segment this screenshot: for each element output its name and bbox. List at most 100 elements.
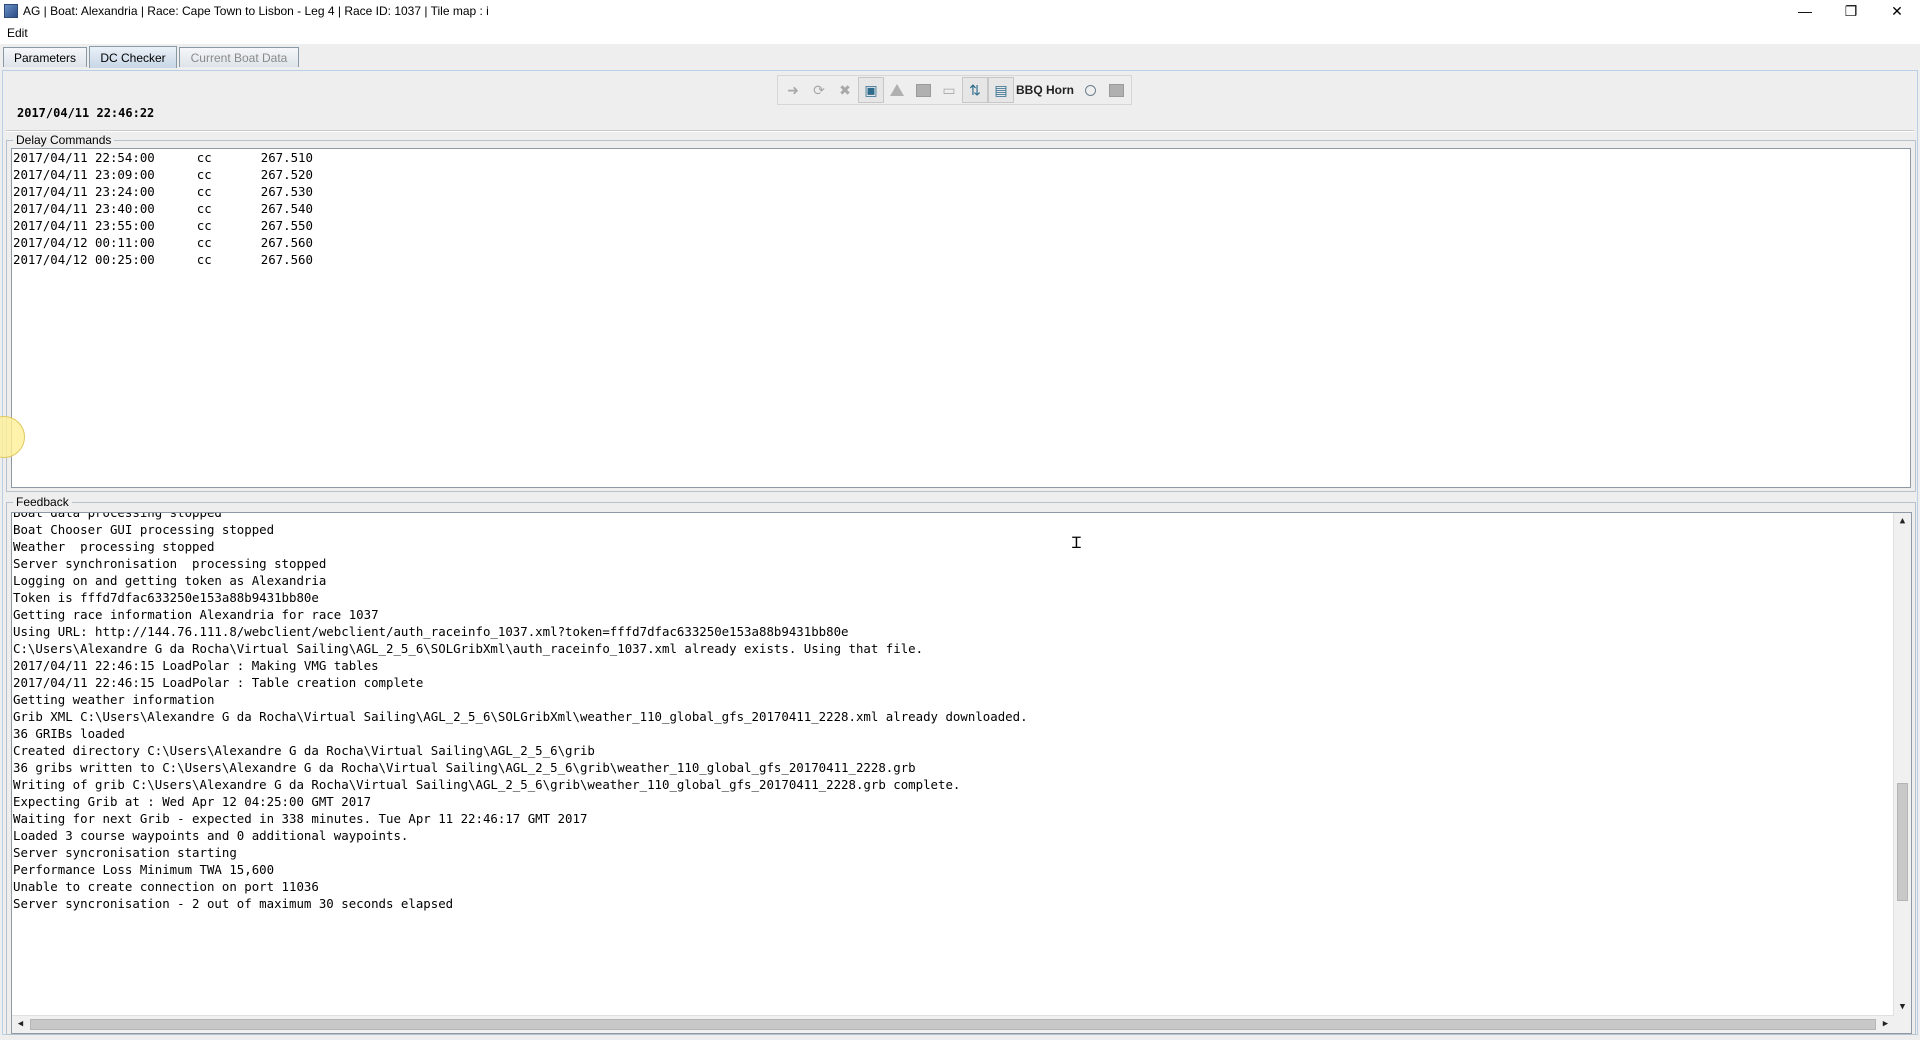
- feedback-line: 36 gribs written to C:\Users\Alexandre G…: [13, 760, 916, 775]
- feedback-line: Performance Loss Minimum TWA 15,600: [13, 862, 275, 877]
- feedback-line: 2017/04/11 22:46:15 LoadPolar : Making V…: [13, 658, 379, 673]
- scroll-up-icon[interactable]: ▲: [1894, 513, 1911, 530]
- delay-command-type: cc: [196, 252, 212, 267]
- bbq-horn-label: BBQ Horn: [1016, 83, 1074, 97]
- window-title: AG | Boat: Alexandria | Race: Cape Town …: [23, 4, 489, 18]
- delay-command-value: 267.550: [260, 218, 313, 233]
- delay-command-time: 2017/04/12 00:25:00: [13, 252, 155, 267]
- delay-command-row: 2017/04/12 00:11:00 cc 267.560: [12, 234, 1910, 251]
- feedback-line: Boat data processing stopped: [13, 512, 222, 520]
- delay-commands-title: Delay Commands: [13, 133, 115, 147]
- delay-command-row: 2017/04/11 23:24:00 cc 267.530: [12, 183, 1910, 200]
- feedback-line: Writing of grib C:\Users\Alexandre G da …: [13, 777, 961, 792]
- panel-content: ➜ ⟳ ✖ ▣ ▭ ⇅ ▤ BBQ Horn 2017/04/11 22:46:…: [0, 70, 1918, 1035]
- feedback-line: Grib XML C:\Users\Alexandre G da Rocha\V…: [13, 709, 1028, 724]
- feedback-line: Expecting Grib at : Wed Apr 12 04:25:00 …: [13, 794, 372, 809]
- delay-command-type: cc: [196, 167, 212, 182]
- scroll-down-icon[interactable]: ▼: [1894, 999, 1911, 1016]
- delay-commands-list: 2017/04/11 22:54:00 cc 267.510 2017/04/11 2…: [12, 149, 1910, 268]
- delay-command-time: 2017/04/12 00:11:00: [13, 235, 155, 250]
- feedback-horizontal-scrollbar[interactable]: ◀ ▶: [12, 1015, 1894, 1033]
- scroll-thumb-horizontal[interactable]: [30, 1019, 1876, 1030]
- tab-parameters[interactable]: Parameters: [3, 47, 87, 67]
- delay-command-time: 2017/04/11 23:55:00: [13, 218, 155, 233]
- delay-commands-textarea[interactable]: 2017/04/11 22:54:00 cc 267.510 2017/04/11 2…: [11, 148, 1911, 488]
- delay-command-value: 267.520: [260, 167, 313, 182]
- feedback-vertical-scrollbar[interactable]: ▲ ▼: [1893, 513, 1911, 1016]
- timestamp: 2017/04/11 22:46:22: [17, 106, 155, 120]
- feedback-line: Server syncronisation starting: [13, 845, 237, 860]
- delete-icon[interactable]: ✖: [832, 77, 858, 103]
- delay-command-type: cc: [196, 218, 212, 233]
- scroll-thumb[interactable]: [1897, 783, 1908, 901]
- feedback-line: 36 GRIBs loaded: [13, 726, 125, 741]
- delay-command-value: 267.560: [260, 252, 313, 267]
- feedback-line: Created directory C:\Users\Alexandre G d…: [13, 743, 595, 758]
- delay-command-time: 2017/04/11 22:54:00: [13, 150, 155, 165]
- dc-checker-panel: ➜ ⟳ ✖ ▣ ▭ ⇅ ▤ BBQ Horn 2017/04/11 22:46:…: [0, 68, 1920, 1040]
- save-icon[interactable]: ▣: [858, 77, 884, 103]
- feedback-line: Loaded 3 course waypoints and 0 addition…: [13, 828, 409, 843]
- feedback-line: Getting race information Alexandria for …: [13, 607, 379, 622]
- delay-command-type: cc: [196, 184, 212, 199]
- feedback-line: Waiting for next Grib - expected in 338 …: [13, 811, 588, 826]
- delay-command-time: 2017/04/11 23:40:00: [13, 201, 155, 216]
- feedback-line: Using URL: http://144.76.111.8/webclient…: [13, 624, 849, 639]
- feedback-title: Feedback: [13, 495, 72, 509]
- delay-command-type: cc: [196, 150, 212, 165]
- delay-command-value: 267.540: [260, 201, 313, 216]
- delay-command-row: 2017/04/11 23:40:00 cc 267.540: [12, 200, 1910, 217]
- refresh-icon[interactable]: ⟳: [806, 77, 832, 103]
- delay-command-value: 267.560: [260, 235, 313, 250]
- delay-command-row: 2017/04/12 00:25:00 cc 267.560: [12, 251, 1910, 268]
- map-icon[interactable]: ▭: [936, 77, 962, 103]
- close-button[interactable]: ✕: [1874, 0, 1920, 22]
- feedback-line: Getting weather information: [13, 692, 215, 707]
- scroll-right-icon[interactable]: ▶: [1877, 1016, 1894, 1033]
- title-bar: AG | Boat: Alexandria | Race: Cape Town …: [0, 0, 1920, 22]
- delay-command-time: 2017/04/11 23:09:00: [13, 167, 155, 182]
- app-icon: [4, 4, 18, 18]
- delay-command-row: 2017/04/11 22:54:00 cc 267.510: [12, 149, 1910, 166]
- tab-bar: Parameters DC Checker Current Boat Data: [0, 44, 1920, 69]
- feedback-line: C:\Users\Alexandre G da Rocha\Virtual Sa…: [13, 641, 924, 656]
- delay-command-type: cc: [196, 235, 212, 250]
- menu-edit[interactable]: Edit: [0, 26, 35, 40]
- grid-icon[interactable]: [910, 77, 936, 103]
- feedback-line: Server synchronisation processing stoppe…: [13, 556, 327, 571]
- delay-command-row: 2017/04/11 23:09:00 cc 267.520: [12, 166, 1910, 183]
- feedback-line: Token is fffd7dfac633250e153a88b9431bb80…: [13, 590, 319, 605]
- feedback-panel: Feedback Boat data processing stopped Boa…: [6, 495, 1916, 1035]
- feedback-line: Unable to create connection on port 1103…: [13, 879, 319, 894]
- delay-command-type: cc: [196, 201, 212, 216]
- arrow-right-icon[interactable]: ➜: [780, 77, 806, 103]
- feedback-textarea[interactable]: Boat data processing stopped Boat Chooser…: [11, 512, 1912, 1034]
- toolbar: ➜ ⟳ ✖ ▣ ▭ ⇅ ▤ BBQ Horn: [777, 75, 1132, 105]
- feedback-line: Logging on and getting token as Alexandr…: [13, 573, 327, 588]
- window-controls: — ❐ ✕: [1782, 0, 1920, 22]
- menu-bar: Edit: [0, 22, 1920, 44]
- radio-icon[interactable]: [1077, 77, 1103, 103]
- delay-command-row: 2017/04/11 23:55:00 cc 267.550: [12, 217, 1910, 234]
- scroll-left-icon[interactable]: ◀: [12, 1016, 29, 1033]
- delay-command-value: 267.530: [260, 184, 313, 199]
- warning-icon[interactable]: [884, 77, 910, 103]
- scroll-corner: [1894, 1016, 1911, 1033]
- tab-dc-checker[interactable]: DC Checker: [89, 46, 177, 68]
- document-icon[interactable]: ▤: [988, 77, 1014, 103]
- tab-current-boat-data[interactable]: Current Boat Data: [179, 47, 299, 67]
- delay-commands-panel: Delay Commands 2017/04/11 22:54:00 cc 267.…: [6, 133, 1916, 492]
- feedback-line: Weather processing stopped: [13, 539, 215, 554]
- delay-command-time: 2017/04/11 23:24:00: [13, 184, 155, 199]
- text-cursor-icon: Ɪ: [1072, 533, 1081, 552]
- chart-icon[interactable]: ⇅: [962, 77, 988, 103]
- separator: [6, 130, 1914, 132]
- feedback-line: 2017/04/11 22:46:15 LoadPolar : Table cr…: [13, 675, 424, 690]
- box-icon[interactable]: [1103, 77, 1129, 103]
- feedback-line: Boat Chooser GUI processing stopped: [13, 522, 275, 537]
- delay-command-value: 267.510: [260, 150, 313, 165]
- feedback-log: Boat data processing stopped Boat Chooser…: [12, 512, 1028, 912]
- feedback-line: Server syncronisation - 2 out of maximum…: [13, 896, 454, 911]
- maximize-button[interactable]: ❐: [1828, 0, 1874, 22]
- minimize-button[interactable]: —: [1782, 0, 1828, 22]
